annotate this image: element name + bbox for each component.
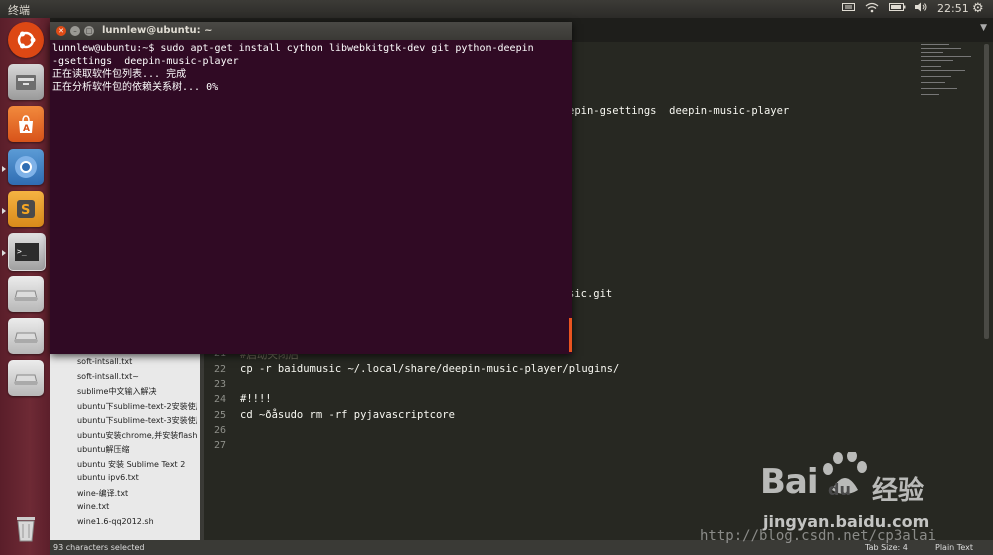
terminal-title: lunnlew@ubuntu: ~: [102, 25, 213, 36]
watermark-brand-cn: 经验: [872, 476, 925, 506]
line-number: 22: [213, 364, 226, 375]
editor-scrollbar[interactable]: [984, 44, 989, 339]
drive-icon[interactable]: [8, 276, 44, 312]
close-icon[interactable]: ✕: [56, 26, 66, 36]
trash-icon[interactable]: [8, 510, 44, 546]
code-fragment: epin-gsettings deepin-music-player: [568, 105, 790, 117]
sidebar-file-item[interactable]: ubuntu下sublime-text-3安装使用: [77, 415, 197, 426]
minimap[interactable]: [921, 42, 981, 102]
app-title: 终端: [8, 4, 30, 17]
sidebar-file-item[interactable]: ubuntu安装chrome,并安装flash p: [77, 430, 197, 441]
terminal-line: lunnlew@ubuntu:~$ sudo apt-get install c…: [52, 43, 534, 54]
clock[interactable]: 22:51: [937, 2, 969, 15]
watermark-brand: Bai: [760, 462, 819, 502]
unity-launcher: A S >_: [0, 18, 50, 555]
sidebar-file-item[interactable]: soft-intsall.txt: [77, 357, 197, 366]
watermark-brand-mid: du: [828, 480, 851, 499]
running-indicator: [2, 208, 6, 214]
code-line[interactable]: cp -r baidumusic ~/.local/share/deepin-m…: [240, 363, 619, 375]
keyboard-icon[interactable]: [842, 2, 856, 15]
code-line[interactable]: cd ~ðåsudo rm -rf pyjavascriptcore: [240, 409, 455, 421]
chromium-icon[interactable]: [8, 149, 44, 185]
line-number: 26: [213, 425, 226, 436]
terminal-output[interactable]: lunnlew@ubuntu:~$ sudo apt-get install c…: [52, 42, 570, 352]
drive-icon[interactable]: [8, 360, 44, 396]
selection-status: 93 characters selected: [53, 543, 145, 552]
tab-menu-icon[interactable]: ▼: [980, 23, 987, 33]
tab-size-selector[interactable]: Tab Size: 4: [865, 543, 908, 552]
sidebar-file-item[interactable]: ubuntu ipv6.txt: [77, 473, 197, 482]
sidebar-file-item[interactable]: wine1.6-qq2012.sh: [77, 517, 197, 526]
svg-text:>_: >_: [17, 247, 27, 256]
terminal-window[interactable]: ✕ – □ lunnlew@ubuntu: ~ lunnlew@ubuntu:~…: [50, 22, 572, 354]
code-line[interactable]: #!!!!: [240, 393, 272, 405]
terminal-icon[interactable]: >_: [8, 233, 46, 271]
line-number: 23: [213, 379, 226, 390]
watermark-blog-url: http://blog.csdn.net/cp3alai: [700, 528, 937, 544]
terminal-titlebar[interactable]: ✕ – □ lunnlew@ubuntu: ~: [50, 22, 572, 40]
sidebar-file-item[interactable]: ubuntu解压缩: [77, 444, 197, 455]
files-icon[interactable]: [8, 64, 44, 100]
gear-icon[interactable]: ⚙: [972, 1, 984, 16]
sidebar-file-item[interactable]: sublime中文输入解决: [77, 386, 197, 397]
drive-icon[interactable]: [8, 318, 44, 354]
terminal-line: 正在分析软件包的依赖关系树... 0%: [52, 82, 219, 93]
sidebar-file-item[interactable]: ubuntu 安装 Sublime Text 2: [77, 459, 197, 470]
sublime-text-icon[interactable]: S: [8, 191, 44, 227]
svg-text:A: A: [23, 124, 30, 134]
dash-home-icon[interactable]: [8, 22, 44, 58]
terminal-scrollbar[interactable]: [569, 318, 572, 352]
maximize-icon[interactable]: □: [84, 26, 94, 36]
running-indicator: [2, 250, 6, 256]
svg-text:S: S: [21, 203, 30, 218]
volume-icon[interactable]: [914, 2, 928, 15]
battery-icon[interactable]: [889, 2, 906, 15]
running-indicator: [2, 166, 6, 172]
wifi-icon[interactable]: [865, 2, 879, 16]
sidebar-file-item[interactable]: ubuntu下sublime-text-2安装使用: [77, 401, 197, 412]
syntax-selector[interactable]: Plain Text: [935, 543, 973, 552]
minimize-icon[interactable]: –: [70, 26, 80, 36]
terminal-line: -gsettings deepin-music-player: [52, 56, 239, 67]
line-number: 25: [213, 410, 226, 421]
line-number: 27: [213, 440, 226, 451]
software-center-icon[interactable]: A: [8, 106, 44, 142]
line-number: 24: [213, 394, 226, 405]
top-panel: 终端 22:51 ⚙: [0, 0, 993, 18]
sidebar-file-item[interactable]: soft-intsall.txt~: [77, 372, 197, 381]
sidebar-file-item[interactable]: wine.txt: [77, 502, 197, 511]
code-fragment: sic.git: [568, 288, 613, 300]
terminal-line: 正在读取软件包列表... 完成: [52, 69, 187, 80]
sidebar-file-item[interactable]: wine-编译.txt: [77, 488, 197, 499]
